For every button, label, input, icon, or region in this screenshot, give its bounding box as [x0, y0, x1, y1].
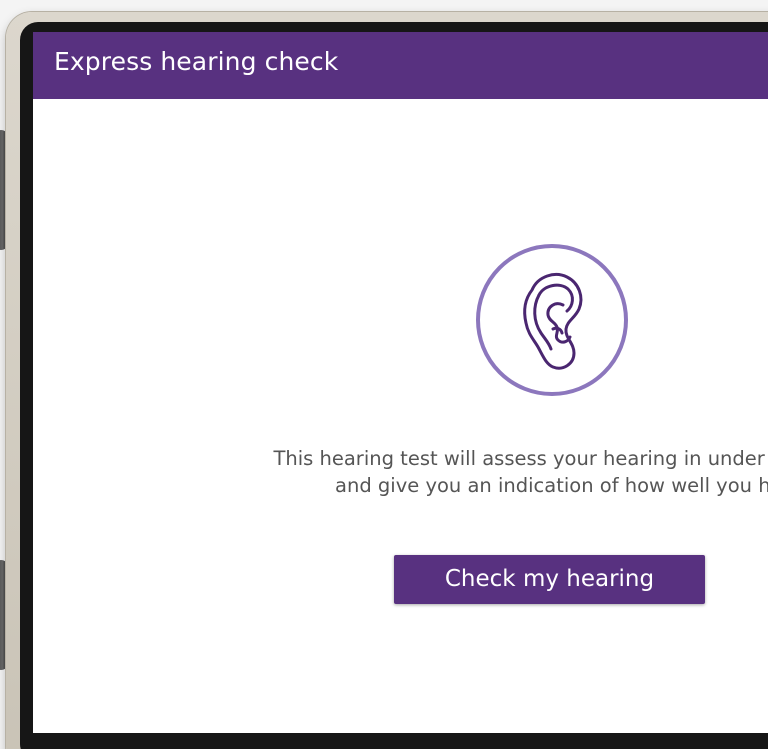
ear-antihelix [533, 293, 553, 351]
ear-icon-graphic [476, 244, 628, 396]
check-my-hearing-button[interactable]: Check my hearing [394, 555, 705, 604]
intro-text-line-1: This hearing test will assess your heari… [273, 447, 768, 470]
ear-icon [475, 243, 629, 397]
app-header: Express hearing check [33, 32, 768, 99]
app-title: Express hearing check [54, 47, 339, 76]
intro-text: This hearing test will assess your heari… [251, 445, 768, 499]
intro-text-line-2: and give you an indication of how well y… [335, 474, 768, 497]
scene: Express hearing check This hearing test … [0, 0, 768, 749]
ear-helix [537, 283, 574, 313]
app-screen: Express hearing check This hearing test … [33, 32, 768, 733]
